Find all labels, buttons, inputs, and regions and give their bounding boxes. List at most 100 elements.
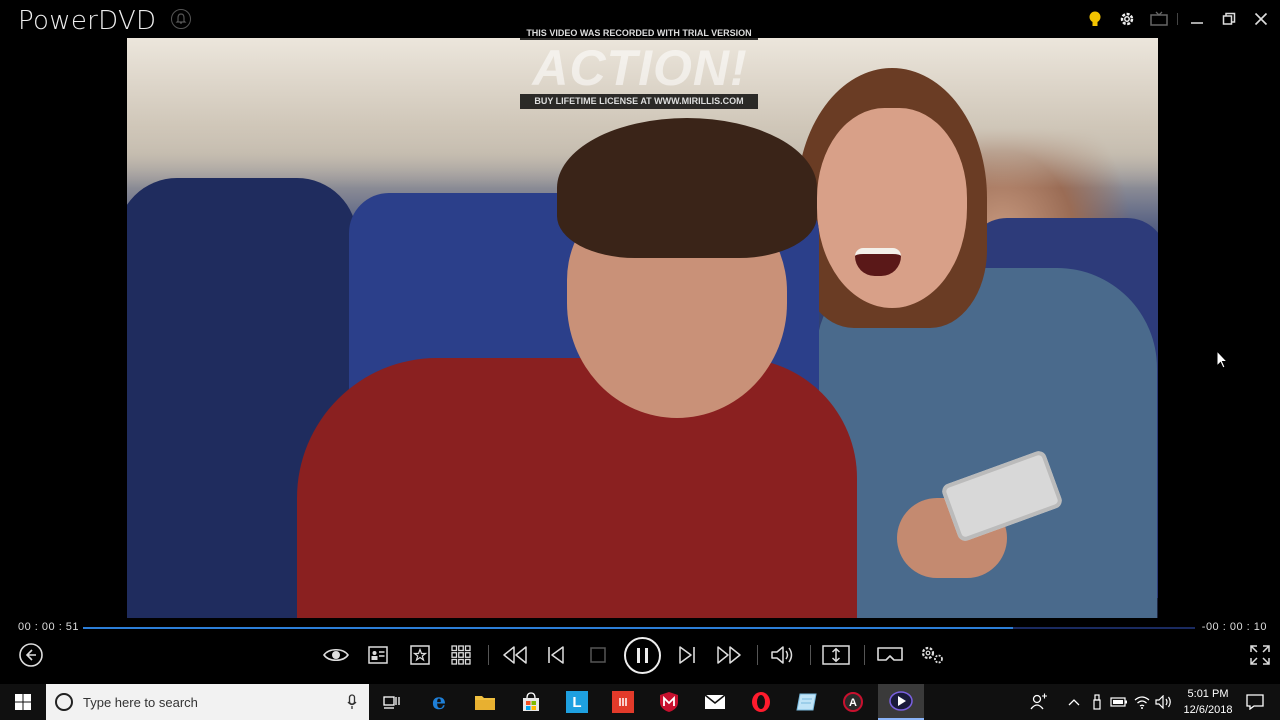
action-center-icon[interactable] [1244,684,1266,720]
powerdvd-icon [889,691,913,711]
fast-forward-button[interactable] [716,641,742,669]
clock-date: 12/6/2018 [1183,704,1233,716]
restore-icon[interactable] [1218,8,1240,30]
mcafee-icon [660,692,678,712]
l-app-button[interactable]: L [554,684,600,720]
powerdvd-taskbar-button[interactable] [878,684,924,720]
wifi-icon[interactable] [1131,684,1153,720]
red-app-icon [612,691,634,713]
fullscreen-icon [1250,645,1270,665]
vr-mode-button[interactable] [875,641,905,669]
usb-device-icon[interactable] [1086,684,1108,720]
task-view-button[interactable] [369,684,415,720]
svg-text:A: A [849,697,857,709]
microphone-icon[interactable] [347,694,357,715]
seek-bar[interactable] [83,627,1195,629]
mouse-cursor-icon [1216,349,1229,375]
rewind-icon [503,646,527,664]
fullscreen-button[interactable] [1248,641,1272,669]
divider [810,645,811,665]
seek-bar-progress [83,627,1013,629]
info-card-button[interactable] [367,641,389,669]
settings-gear-icon[interactable] [1116,8,1138,30]
store-icon [523,692,539,711]
windows-taskbar: Type here to search e L A 5:01 PM 12/6/2… [0,684,1280,720]
elapsed-time: 00 : 00 : 51 [18,621,80,633]
fast-forward-icon [717,646,741,664]
speaker-icon[interactable] [1153,684,1175,720]
stop-icon [590,647,606,663]
notepad-button[interactable] [784,684,830,720]
eye-button[interactable] [322,641,350,669]
app-title: PowerDVD [18,6,157,36]
minimize-icon[interactable] [1186,8,1208,30]
people-icon[interactable] [1028,684,1050,720]
watermark-logo: ACTION! [532,40,748,96]
aspect-ratio-button[interactable] [822,641,850,669]
scene-person [817,108,967,308]
edge-button[interactable]: e [416,684,462,720]
red-app-button[interactable] [600,684,646,720]
search-placeholder: Type here to search [83,695,198,710]
previous-button[interactable] [546,641,566,669]
file-explorer-icon [475,696,495,710]
mcafee-button[interactable] [646,684,692,720]
pause-button[interactable] [624,637,661,674]
bookmark-star-icon [410,645,430,665]
watermark-top-text: THIS VIDEO WAS RECORDED WITH TRIAL VERSI… [520,26,758,40]
tv-mode-icon[interactable] [1148,8,1170,30]
video-frame[interactable] [127,38,1158,618]
bookmark-star-button[interactable] [409,641,431,669]
next-button[interactable] [677,641,697,669]
info-card-icon [368,646,388,664]
watermark-bottom-text: BUY LIFETIME LICENSE AT WWW.MIRILLIS.COM [520,94,758,109]
opera-button[interactable] [738,684,784,720]
cortana-icon [55,693,73,711]
task-view-icon [383,696,400,709]
divider [488,645,489,665]
windows-logo-icon [15,694,31,710]
store-button[interactable] [508,684,554,720]
lightbulb-icon[interactable] [1084,8,1106,30]
grid-button[interactable] [450,641,472,669]
clock-time: 5:01 PM [1187,688,1229,700]
action-recorder-button[interactable]: A [830,684,876,720]
aspect-ratio-icon [822,645,850,665]
l-app-icon: L [566,691,588,713]
back-icon [19,643,43,667]
battery-icon[interactable] [1108,684,1130,720]
volume-button[interactable] [770,641,796,669]
action-recorder-icon: A [843,692,863,712]
next-icon [679,646,695,664]
previous-icon [548,646,564,664]
divider [757,645,758,665]
edge-icon: e [432,689,446,715]
mail-icon [704,694,726,709]
taskbar-clock[interactable]: 5:01 PM 12/6/2018 [1178,686,1238,718]
advanced-settings-button[interactable] [919,641,945,669]
chevron-up-icon[interactable] [1063,684,1085,720]
recorder-watermark: THIS VIDEO WAS RECORDED WITH TRIAL VERSI… [520,26,758,110]
rewind-button[interactable] [502,641,528,669]
pause-icon [637,648,648,663]
grid-icon [451,645,471,665]
notification-bell-icon[interactable] [171,9,191,29]
file-explorer-button[interactable] [462,684,508,720]
advanced-settings-icon [921,646,943,664]
taskbar-search-box[interactable]: Type here to search [46,684,369,720]
start-button[interactable] [0,684,46,720]
volume-icon [771,646,793,664]
scene-person [557,118,817,258]
eye-icon [323,648,349,662]
mail-button[interactable] [692,684,738,720]
back-button[interactable] [18,641,44,669]
scene-person [297,358,857,618]
vr-headset-icon [877,647,903,661]
opera-icon [752,692,770,712]
divider [1177,13,1178,25]
stop-button[interactable] [588,641,608,669]
divider [864,645,865,665]
remaining-time: -00 : 00 : 10 [1201,621,1267,633]
notepad-icon [796,693,817,711]
close-icon[interactable] [1250,8,1272,30]
